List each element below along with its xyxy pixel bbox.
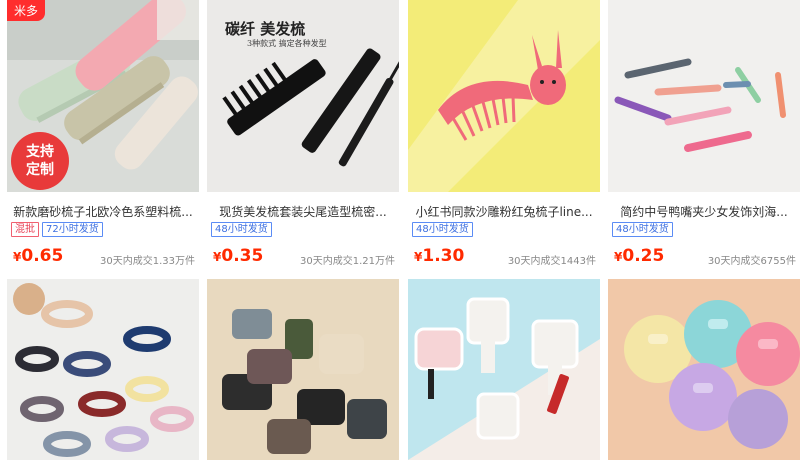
tag-shipping: 48小时发货 [412,222,473,237]
product-card[interactable] [7,279,199,460]
product-tags: 48小时发货 [211,222,272,238]
tag-mixed-batch: 混批 [11,222,39,237]
tag-shipping: 72小时发货 [42,222,103,237]
custom-stamp: 支持 定制 [11,132,69,190]
sales-count: 30天内成交1.21万件 [300,256,395,267]
product-card[interactable]: 碳纤 美发梳 3种款式 搞定各种发型 现货美发梳套装尖尾造型梳密... 48小时… [207,0,399,270]
sales-count: 30天内成交1443件 [507,256,596,267]
shop-badge: 米多 [7,0,46,21]
product-card[interactable]: 米多 支持 定制 新款磨砂梳子北欧冷色系塑料梳... 混批 72小时发货 ¥0.… [7,0,199,270]
price-value: 0.25 [622,246,665,266]
product-price: ¥1.30 [414,246,464,266]
product-title[interactable]: 新款磨砂梳子北欧冷色系塑料梳... [7,203,199,220]
product-image[interactable] [7,279,199,460]
image-headline: 碳纤 美发梳 [225,20,306,38]
custom-stamp-line: 支持 [26,144,54,160]
sales-count: 30天内成交1.33万件 [100,256,195,267]
tag-shipping: 48小时发货 [612,222,673,237]
product-title[interactable]: 小红书同款沙雕粉红兔梳子line... [408,203,600,220]
product-card[interactable] [207,279,399,460]
product-price: ¥0.65 [13,246,63,266]
image-subline: 3种款式 搞定各种发型 [247,39,327,48]
custom-stamp-line: 定制 [26,162,54,178]
product-title[interactable]: 简约中号鸭嘴夹少女发饰刘海... [608,203,800,220]
product-image[interactable] [408,0,600,192]
product-price: ¥0.35 [213,246,263,266]
sales-count: 30天内成交6755件 [707,256,796,267]
price-value: 1.30 [422,246,465,266]
product-image[interactable] [608,0,800,192]
product-tags: 48小时发货 [412,222,473,238]
product-card[interactable]: 小红书同款沙雕粉红兔梳子line... 48小时发货 ¥1.30 30天内成交1… [408,0,600,270]
product-card[interactable] [408,279,600,460]
product-image[interactable] [408,279,600,460]
product-card[interactable] [608,279,800,460]
product-tags: 48小时发货 [612,222,673,238]
product-image[interactable]: 米多 支持 定制 [7,0,199,192]
product-card[interactable]: 简约中号鸭嘴夹少女发饰刘海... 48小时发货 ¥0.25 30天内成交6755… [608,0,800,270]
product-image[interactable]: 碳纤 美发梳 3种款式 搞定各种发型 [207,0,399,192]
product-tags: 混批 72小时发货 [11,222,103,238]
product-image[interactable] [608,279,800,460]
price-value: 0.65 [21,246,64,266]
product-grid: 米多 支持 定制 新款磨砂梳子北欧冷色系塑料梳... 混批 72小时发货 ¥0.… [0,0,800,460]
tag-shipping: 48小时发货 [211,222,272,237]
product-image[interactable] [207,279,399,460]
product-title[interactable]: 现货美发梳套装尖尾造型梳密... [207,203,399,220]
price-value: 0.35 [221,246,264,266]
product-price: ¥0.25 [614,246,664,266]
